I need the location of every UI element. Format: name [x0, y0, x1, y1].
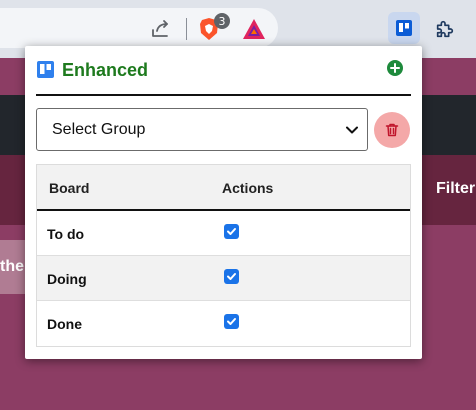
delete-group-button[interactable]: [374, 112, 410, 148]
group-select[interactable]: Select Group: [36, 108, 368, 151]
puzzle-extensions-icon[interactable]: [430, 14, 460, 44]
header-divider: [36, 94, 411, 96]
boards-table: Board Actions To do Doing Done: [36, 164, 411, 347]
board-name: To do: [47, 226, 85, 242]
popup-title: Enhanced: [62, 60, 149, 80]
board-visible-checkbox[interactable]: [224, 224, 239, 239]
brave-badge-count: 3: [214, 13, 230, 29]
table-row: Doing: [37, 256, 410, 301]
trello-extension-button[interactable]: [388, 12, 420, 44]
checkmark-icon: [227, 273, 236, 280]
page-side-chip[interactable]: the: [0, 240, 26, 294]
board-visible-checkbox[interactable]: [224, 269, 239, 284]
checkmark-icon: [227, 228, 236, 235]
side-chip-label: the: [0, 258, 24, 275]
address-bar[interactable]: [0, 8, 278, 48]
board-name: Done: [47, 316, 82, 332]
filter-button[interactable]: Filter: [436, 180, 475, 198]
table-row: Done: [37, 301, 410, 346]
toolbar-separator: [186, 18, 187, 40]
trello-logo-icon: [37, 61, 54, 78]
extension-popup: Enhanced Select Group Board Actions To d…: [25, 46, 422, 359]
column-header-actions: Actions: [222, 180, 274, 196]
add-group-button[interactable]: [386, 59, 404, 77]
group-select-value: Select Group: [52, 120, 146, 138]
column-header-board: Board: [49, 180, 90, 196]
popup-header: Enhanced: [25, 46, 422, 94]
board-name: Doing: [47, 271, 87, 287]
board-visible-checkbox[interactable]: [224, 314, 239, 329]
share-icon[interactable]: [148, 16, 174, 42]
trash-icon: [385, 123, 399, 137]
brave-rewards-icon[interactable]: [241, 17, 267, 41]
table-header: Board Actions: [37, 165, 410, 211]
checkmark-icon: [227, 318, 236, 325]
plus-circle-icon: [387, 60, 403, 76]
chevron-down-icon: [345, 123, 359, 137]
table-row: To do: [37, 211, 410, 256]
